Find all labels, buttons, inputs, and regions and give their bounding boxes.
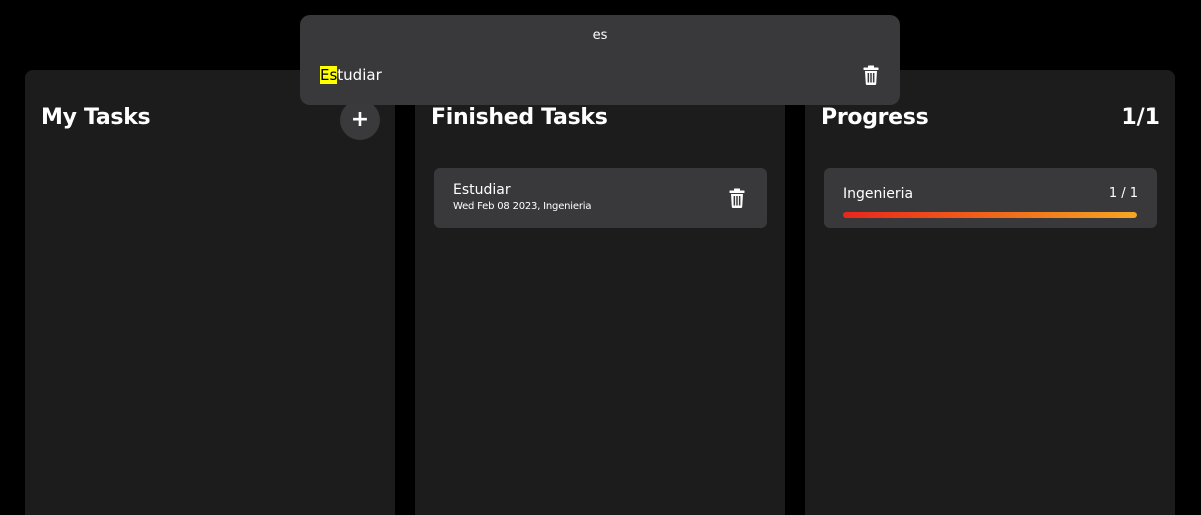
task-board: My Tasks + Finished Tasks Estudiar Wed F… — [0, 0, 1201, 515]
progress-bar — [843, 212, 1137, 218]
task-card[interactable]: Estudiar Wed Feb 08 2023, Ingenieria — [434, 168, 767, 228]
progress-category-name: Ingenieria — [843, 186, 914, 202]
progress-column: Progress 1/1 Ingenieria 1 / 1 — [805, 70, 1175, 515]
add-task-button[interactable]: + — [340, 100, 380, 140]
task-name: Estudiar — [453, 182, 511, 198]
search-match-highlight: Es — [320, 66, 338, 84]
progress-bar-fill — [843, 212, 1137, 218]
task-meta: Wed Feb 08 2023, Ingenieria — [453, 201, 592, 212]
my-tasks-title: My Tasks — [41, 105, 151, 130]
progress-title: Progress — [821, 105, 929, 130]
search-query[interactable]: es — [300, 27, 900, 45]
search-result-item[interactable]: Estudiar — [320, 65, 382, 85]
my-tasks-column: My Tasks + — [25, 70, 395, 515]
progress-card: Ingenieria 1 / 1 — [824, 168, 1157, 228]
progress-total-count: 1/1 — [1121, 105, 1160, 130]
finished-tasks-column: Finished Tasks Estudiar Wed Feb 08 2023,… — [415, 70, 785, 515]
trash-icon[interactable] — [863, 65, 879, 85]
finished-tasks-title: Finished Tasks — [431, 105, 608, 130]
progress-category-count: 1 / 1 — [1108, 186, 1138, 201]
trash-icon[interactable] — [729, 188, 745, 208]
search-result-rest: tudiar — [337, 66, 382, 84]
search-popup: es Estudiar — [300, 15, 900, 105]
